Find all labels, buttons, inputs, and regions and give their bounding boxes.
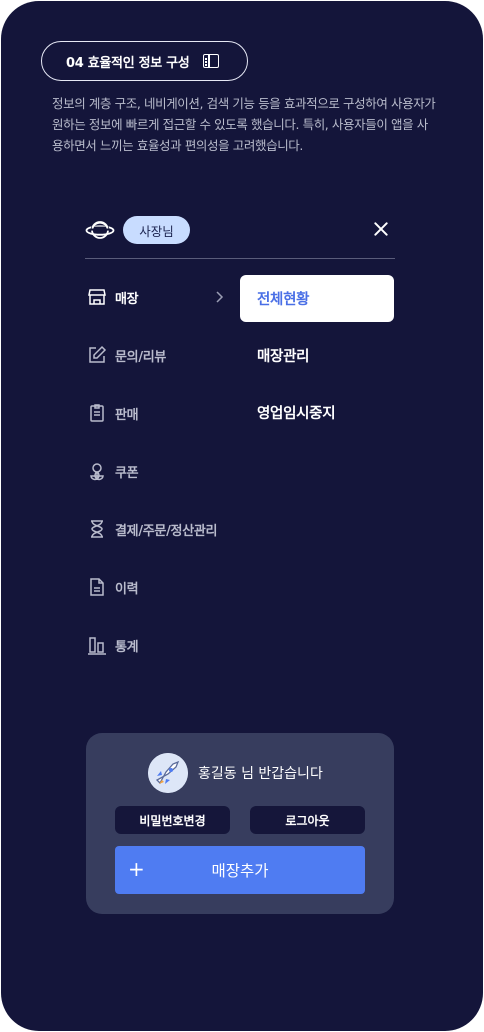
- role-badge: 사장님: [123, 216, 190, 244]
- avatar: [148, 753, 188, 793]
- nav-label: 쿠폰: [115, 465, 139, 481]
- nav-item-inquiry-review[interactable]: 문의/리뷰: [87, 343, 166, 367]
- submenu-item-overview[interactable]: 전체현황: [240, 275, 394, 322]
- app-card: 04 효율적인 정보 구성 정보의 계층 구조, 네비게이션, 검색 기능 등을…: [1, 1, 483, 1031]
- submenu-item-temporary-suspend[interactable]: 영업임시중지: [240, 389, 394, 436]
- nav-item-payment[interactable]: 결제/주문/정산관리: [87, 517, 217, 541]
- clover-icon: [87, 461, 107, 481]
- document-icon: [87, 577, 107, 597]
- store-icon: [87, 287, 107, 307]
- nav-item-coupon[interactable]: 쿠폰: [87, 459, 139, 483]
- chevron-right-icon: [216, 291, 224, 303]
- bar-chart-icon: [87, 635, 107, 655]
- user-greeting-row: 홍길동 님 반갑습니다: [148, 753, 323, 793]
- book-open-icon: [203, 54, 220, 68]
- nav-label: 판매: [115, 407, 139, 423]
- nav-item-store[interactable]: 매장: [87, 285, 139, 309]
- nav-label: 결제/주문/정산관리: [115, 523, 218, 539]
- nav-item-statistics[interactable]: 통계: [87, 633, 139, 657]
- change-password-button[interactable]: 비밀번호변경: [115, 806, 230, 834]
- nav-label: 문의/리뷰: [115, 349, 167, 365]
- add-store-button[interactable]: + 매장추가: [115, 846, 365, 894]
- section-description: 정보의 계층 구조, 네비게이션, 검색 기능 등을 효과적으로 구성하여 사용…: [52, 96, 436, 153]
- submenu-item-store-management[interactable]: 매장관리: [240, 332, 394, 379]
- nav-label: 이력: [115, 581, 139, 597]
- close-icon[interactable]: [370, 218, 392, 240]
- nav-item-history[interactable]: 이력: [87, 575, 139, 599]
- rocket-icon: [148, 753, 188, 793]
- nav-label: 통계: [115, 639, 139, 655]
- nav-item-sales[interactable]: 판매: [87, 401, 139, 425]
- edit-icon: [87, 345, 107, 365]
- nav-label: 매장: [115, 291, 139, 307]
- clipboard-icon: [87, 403, 107, 423]
- menu-divider: [85, 258, 395, 259]
- greeting-text: 홍길동 님 반갑습니다: [198, 766, 323, 782]
- add-store-label: 매장추가: [211, 862, 269, 880]
- logout-button[interactable]: 로그아웃: [250, 806, 365, 834]
- section-pill: 04 효율적인 정보 구성: [41, 41, 248, 81]
- section-label: 04 효율적인 정보 구성: [66, 55, 190, 71]
- hourglass-icon: [87, 519, 107, 539]
- user-panel: 홍길동 님 반갑습니다 비밀번호변경 로그아웃 + 매장추가: [86, 733, 394, 914]
- planet-icon: [85, 221, 115, 239]
